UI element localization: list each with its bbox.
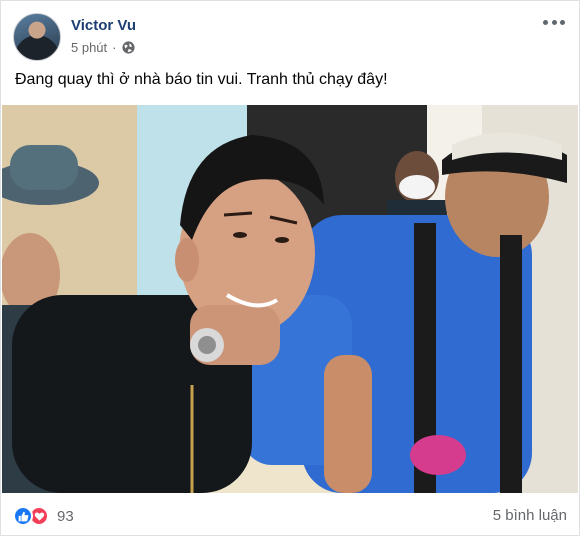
more-dot — [560, 19, 565, 25]
comments-count-link[interactable]: 5 bình luận — [493, 507, 567, 524]
post-meta: 5 phút · — [71, 40, 135, 55]
more-options-icon[interactable] — [543, 15, 565, 29]
globe-icon[interactable] — [121, 41, 135, 54]
post-time[interactable]: 5 phút — [71, 40, 107, 55]
post-text: Đang quay thì ở nhà báo tin vui. Tranh t… — [15, 71, 388, 88]
post-footer: 93 5 bình luận — [13, 504, 569, 528]
post-card: Victor Vu 5 phút · Đang quay thì ở nhà b… — [0, 0, 580, 536]
like-icon — [13, 506, 33, 526]
post-header: Victor Vu 5 phút · — [13, 13, 569, 61]
more-dot — [551, 19, 557, 25]
meta-separator: · — [112, 40, 117, 55]
reaction-count[interactable]: 93 — [57, 508, 74, 525]
author-avatar[interactable] — [13, 13, 61, 61]
reactions-summary[interactable]: 93 — [13, 504, 74, 528]
author-name[interactable]: Victor Vu — [71, 17, 136, 34]
post-photo[interactable] — [2, 105, 578, 493]
more-dot — [543, 19, 548, 25]
